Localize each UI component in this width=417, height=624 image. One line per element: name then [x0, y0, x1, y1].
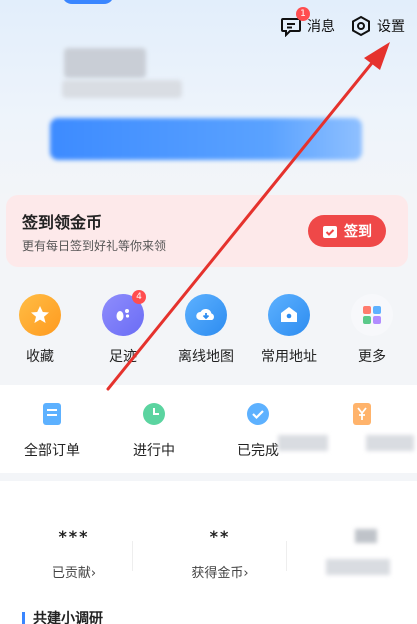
- order-text-blurred: [278, 435, 328, 451]
- clock-icon: [141, 401, 167, 427]
- membership-banner-blurred: [50, 118, 362, 160]
- settings-button[interactable]: 设置: [350, 14, 405, 38]
- divider: [132, 541, 133, 571]
- shortcut-label: 收藏: [26, 349, 54, 365]
- stat-coins[interactable]: ** 获得金币›: [160, 527, 280, 581]
- stat-value: **: [209, 527, 231, 546]
- grid-icon: [351, 294, 393, 336]
- section-title-text: 共建小调研: [33, 611, 103, 624]
- order-completed[interactable]: 已完成: [218, 401, 298, 460]
- cloud-download-icon: [185, 294, 227, 336]
- stat-contributed[interactable]: *** 已贡献›: [14, 527, 134, 581]
- stat-label: 获得金币›: [191, 566, 249, 581]
- checkin-subtitle: 更有每日签到好礼等你来领: [22, 239, 167, 253]
- stat-label: 已贡献›: [51, 566, 97, 581]
- section-marker: [22, 612, 25, 624]
- checkin-button[interactable]: 签到: [308, 215, 386, 247]
- footprint-badge: 4: [132, 290, 146, 304]
- order-in-progress[interactable]: 进行中: [114, 401, 194, 460]
- settings-label: 设置: [377, 19, 405, 35]
- order-label: 进行中: [133, 443, 175, 459]
- stat-value-blurred: [355, 529, 377, 543]
- checkin-card[interactable]: 签到领金币 更有每日签到好礼等你来领 签到: [6, 195, 408, 267]
- shortcut-label: 更多: [358, 349, 386, 365]
- check-icon: [245, 401, 271, 427]
- avatar-blurred: [64, 48, 146, 78]
- messages-label: 消息: [307, 19, 335, 35]
- order-list-icon: [39, 401, 65, 427]
- divider: [286, 541, 287, 571]
- checkin-title: 签到领金币: [22, 213, 103, 232]
- status-bar-fragment: [62, 0, 114, 4]
- order-status-strip: 全部订单 进行中 已完成: [0, 385, 417, 473]
- messages-button[interactable]: 1 消息: [280, 7, 335, 38]
- settings-hex-icon: [350, 15, 372, 37]
- calendar-icon: [322, 223, 338, 239]
- star-icon: [19, 294, 61, 336]
- shortcut-footprints[interactable]: 4 足迹: [93, 290, 153, 366]
- order-all[interactable]: 全部订单: [12, 401, 92, 460]
- stat-value: ***: [58, 527, 90, 546]
- footprint-icon: 4: [102, 290, 146, 336]
- message-icon: 1: [280, 7, 310, 38]
- order-label: 全部订单: [24, 443, 80, 459]
- message-badge: 1: [296, 7, 310, 21]
- shortcut-label: 足迹: [109, 349, 137, 365]
- shortcut-more[interactable]: 更多: [342, 294, 402, 366]
- home-pin-icon: [268, 294, 310, 336]
- checkin-button-label: 签到: [344, 224, 372, 240]
- shortcut-label: 离线地图: [178, 349, 234, 365]
- stat-label-blurred: [326, 559, 390, 575]
- shortcut-common-address[interactable]: 常用地址: [259, 294, 319, 366]
- coupon-icon: [349, 401, 375, 427]
- shortcut-offline-map[interactable]: 离线地图: [176, 294, 236, 366]
- shortcut-label: 常用地址: [261, 349, 317, 365]
- order-text-blurred: [366, 435, 414, 451]
- shortcut-favorites[interactable]: 收藏: [10, 294, 70, 366]
- username-blurred: [62, 80, 182, 98]
- section-title: 共建小调研: [22, 608, 103, 624]
- stats-panel: *** 已贡献› ** 获得金币›: [0, 481, 417, 624]
